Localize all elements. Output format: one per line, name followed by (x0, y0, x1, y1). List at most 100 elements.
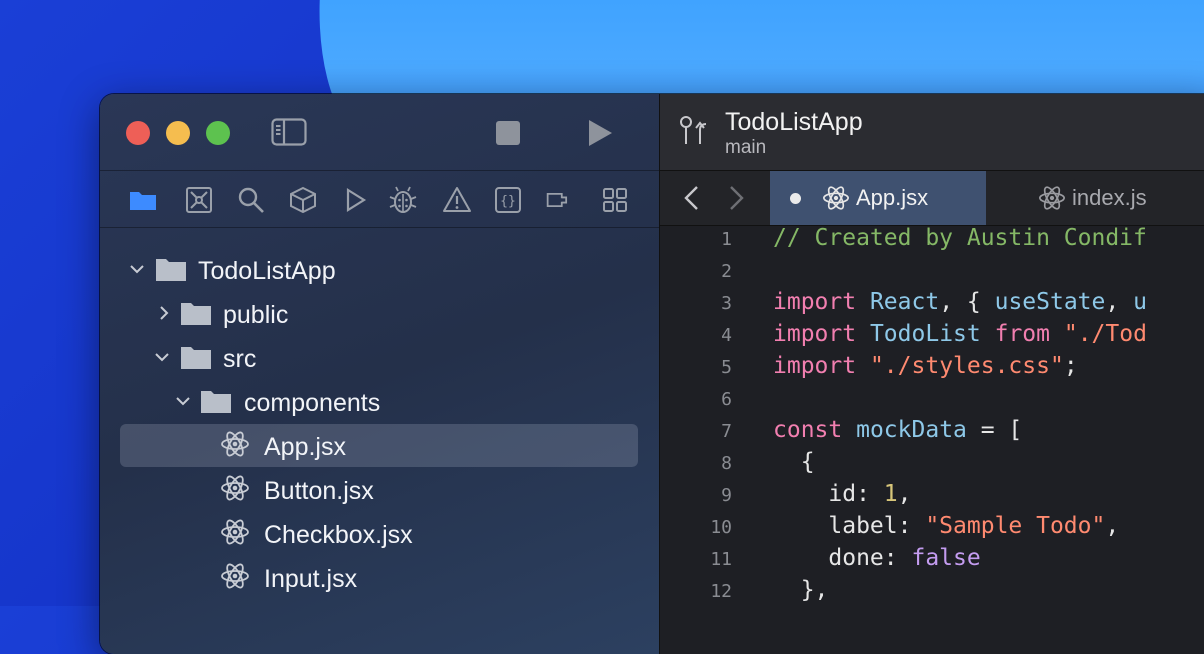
code-token: , { (939, 289, 995, 315)
tree-item-checkbox-jsx[interactable]: Checkbox.jsx (100, 512, 659, 556)
tree-item-src[interactable]: src (100, 336, 659, 380)
tree-item-root[interactable]: TodoListApp (100, 248, 659, 292)
folder-icon (181, 303, 211, 325)
line-number: 4 (721, 325, 732, 346)
code-token: "./Tod (1063, 321, 1147, 347)
code-token: done: (773, 545, 912, 571)
code-token: from (994, 321, 1050, 347)
code-editor[interactable]: 1 // Created by Austin Condif 2 3 import Rea… (660, 225, 1204, 654)
package-icon[interactable] (288, 185, 318, 215)
zoom-window-button[interactable] (206, 121, 230, 145)
line-content: }, (773, 577, 829, 603)
navigator-sidebar: {} TodoListApp public src components App… (100, 94, 660, 654)
tree-item-label: App.jsx (264, 433, 346, 461)
braces-icon[interactable]: {} (493, 185, 523, 215)
tree-item-label: src (223, 345, 257, 373)
chevron-down-icon[interactable] (174, 392, 192, 410)
folder-icon (181, 347, 211, 369)
warning-icon[interactable] (442, 185, 472, 215)
line-content: label: "Sample Todo", (773, 513, 1119, 539)
tree-item-label: Input.jsx (264, 565, 358, 593)
code-token: TodoList (869, 321, 981, 347)
line-content: import TodoList from "./Tod (773, 321, 1147, 347)
project-name: TodoListApp (725, 108, 863, 136)
code-token: import (773, 353, 857, 379)
stop-button[interactable] (496, 121, 520, 145)
line-content: const mockData = [ (773, 417, 1022, 443)
tree-item-components[interactable]: components (100, 380, 659, 424)
chevron-down-icon[interactable] (153, 348, 171, 366)
chevron-down-icon[interactable] (128, 260, 146, 278)
code-token: id: (773, 481, 884, 507)
react-icon (1039, 186, 1065, 210)
line-number: 2 (721, 261, 732, 282)
editor-titlebar: TodoListApp main (660, 94, 1204, 171)
branch-name[interactable]: main (725, 137, 766, 159)
run-button[interactable] (587, 119, 613, 147)
line-number: 5 (721, 357, 732, 378)
code-token: React (869, 289, 940, 315)
tab-index-js[interactable]: index.js (986, 171, 1186, 225)
tree-item-app-jsx[interactable]: App.jsx (100, 424, 659, 468)
folder-icon[interactable] (128, 185, 158, 215)
code-token: "Sample Todo" (925, 513, 1106, 539)
chevron-left-icon[interactable] (682, 185, 702, 211)
code-token: label: (773, 513, 926, 539)
grid-icon[interactable] (600, 185, 630, 215)
chevron-right-icon[interactable] (155, 304, 173, 322)
react-icon (221, 475, 249, 501)
line-number: 7 (721, 421, 732, 442)
tree-item-input-jsx[interactable]: Input.jsx (100, 556, 659, 600)
tab-label: App.jsx (856, 185, 929, 210)
code-token: , (897, 481, 912, 507)
react-icon (221, 563, 249, 589)
react-icon (221, 431, 249, 457)
bug-icon[interactable] (388, 185, 418, 215)
code-token: mockData (856, 417, 967, 443)
plug-icon[interactable] (545, 185, 575, 215)
code-token: = [ (966, 417, 1023, 443)
tree-item-label: Checkbox.jsx (264, 521, 413, 549)
tree-item-label: Button.jsx (264, 477, 374, 505)
source-control-icon[interactable] (184, 185, 214, 215)
line-number: 1 (721, 229, 732, 250)
branch-icon[interactable] (678, 114, 712, 148)
tree-item-label: TodoListApp (198, 257, 336, 285)
code-token: ; (1063, 353, 1078, 379)
tree-item-label: components (244, 389, 381, 417)
play-outline-icon[interactable] (340, 185, 370, 215)
minimize-window-button[interactable] (166, 121, 190, 145)
line-number: 12 (710, 581, 732, 602)
line-content: id: 1, (773, 481, 912, 507)
chevron-right-icon[interactable] (726, 185, 746, 211)
line-number: 8 (721, 453, 732, 474)
tab-app-jsx[interactable]: App.jsx (770, 171, 986, 225)
navigator-selector-bar: {} (100, 171, 659, 228)
code-token: false (911, 545, 981, 571)
sidebar-titlebar (100, 94, 659, 171)
line-content: done: false (773, 545, 981, 571)
react-icon (221, 519, 249, 545)
tree-item-button-jsx[interactable]: Button.jsx (100, 468, 659, 512)
line-number: 11 (710, 549, 732, 570)
sidebar-toggle-icon[interactable] (271, 118, 307, 146)
code-token: { (773, 449, 815, 475)
code-token: // Created by Austin Condif (773, 225, 1147, 251)
tab-label: index.js (1072, 185, 1147, 210)
editor-tab-bar: App.jsx index.js (660, 171, 1204, 226)
line-number: 6 (721, 389, 732, 410)
search-icon[interactable] (236, 185, 266, 215)
line-content: // Created by Austin Condif (773, 225, 1147, 251)
code-token: , (1105, 513, 1120, 539)
code-token: , (1105, 289, 1134, 315)
react-icon (823, 186, 849, 210)
close-window-button[interactable] (126, 121, 150, 145)
tree-item-public[interactable]: public (100, 292, 659, 336)
ide-window: {} TodoListApp public src components App… (100, 94, 1204, 654)
folder-icon (201, 391, 231, 413)
code-token: useState (994, 289, 1106, 315)
